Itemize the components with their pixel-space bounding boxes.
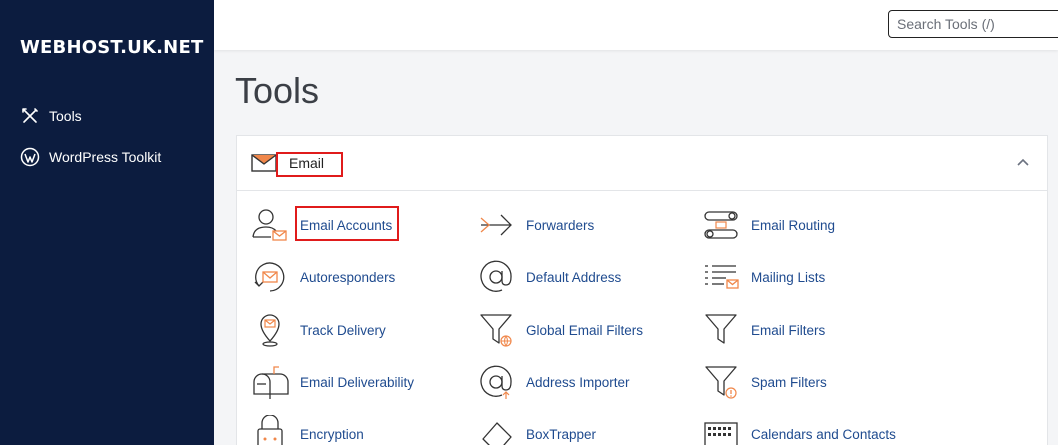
tool-label: Forwarders [526,217,595,233]
tools-icon [20,106,40,126]
tool-spam-filters[interactable]: Spam Filters [701,362,827,402]
tool-address-importer[interactable]: Address Importer [476,362,630,402]
calendar-icon [701,414,741,445]
tool-label: BoxTrapper [526,426,597,442]
tool-default-address[interactable]: Default Address [476,257,621,297]
search-input[interactable] [888,10,1058,38]
tool-label: Email Routing [751,217,836,233]
tool-label: Default Address [526,269,622,285]
address-importer-icon [476,362,516,402]
tool-label: Autoresponders [300,269,396,285]
tool-autoresponders[interactable]: Autoresponders [250,257,395,297]
email-accounts-icon [250,205,290,245]
at-sign-icon [476,257,516,297]
autoresponders-icon [250,257,290,297]
sidebar-item-label: WordPress Toolkit [49,149,162,165]
chevron-up-icon[interactable] [1013,152,1033,172]
mailbox-icon [250,362,290,402]
tool-label: Mailing Lists [751,269,826,285]
spam-filter-icon [701,362,741,402]
section-title: Email [289,155,325,171]
tool-global-email-filters[interactable]: Global Email Filters [476,310,643,350]
email-section-header[interactable]: Email [237,136,1047,191]
tool-forwarders[interactable]: Forwarders [476,205,594,245]
tool-email-routing[interactable]: Email Routing [701,205,835,245]
wordpress-icon [20,147,40,167]
tool-label: Global Email Filters [526,322,644,338]
encryption-icon [250,414,290,445]
envelope-icon [251,154,277,177]
tool-boxtrapper[interactable]: BoxTrapper [476,414,596,445]
mailing-lists-icon [701,257,741,297]
tool-encryption[interactable]: Encryption [250,414,364,445]
email-routing-icon [701,205,741,245]
page-title: Tools [235,70,320,111]
tool-label: Encryption [300,426,364,442]
track-delivery-icon [250,310,290,350]
sidebar-item-label: Tools [49,108,82,124]
tool-label: Calendars and Contacts [751,426,896,442]
tool-track-delivery[interactable]: Track Delivery [250,310,386,350]
tool-email-accounts[interactable]: Email Accounts [250,205,392,245]
tool-calendars-and-contacts[interactable]: Calendars and Contacts [701,414,896,445]
sidebar-item-wordpress-toolkit[interactable]: WordPress Toolkit [20,145,161,169]
boxtrapper-icon [476,414,516,445]
filter-icon [701,310,741,350]
tool-label: Email Accounts [300,217,393,233]
tool-mailing-lists[interactable]: Mailing Lists [701,257,825,297]
sidebar: WEBHOST.UK.NET Tools WordPress Toolkit [0,0,214,445]
top-bar [214,0,1058,50]
brand-logo[interactable]: WEBHOST.UK.NET [20,37,203,58]
tool-label: Email Filters [751,322,826,338]
tool-label: Email Deliverability [300,374,415,390]
tool-label: Spam Filters [751,374,827,390]
tool-label: Track Delivery [300,322,386,338]
tool-label: Address Importer [526,374,630,390]
sidebar-item-tools[interactable]: Tools [20,104,82,128]
forwarders-icon [476,205,516,245]
global-filter-icon [476,310,516,350]
tool-email-filters[interactable]: Email Filters [701,310,825,350]
tool-email-deliverability[interactable]: Email Deliverability [250,362,414,402]
